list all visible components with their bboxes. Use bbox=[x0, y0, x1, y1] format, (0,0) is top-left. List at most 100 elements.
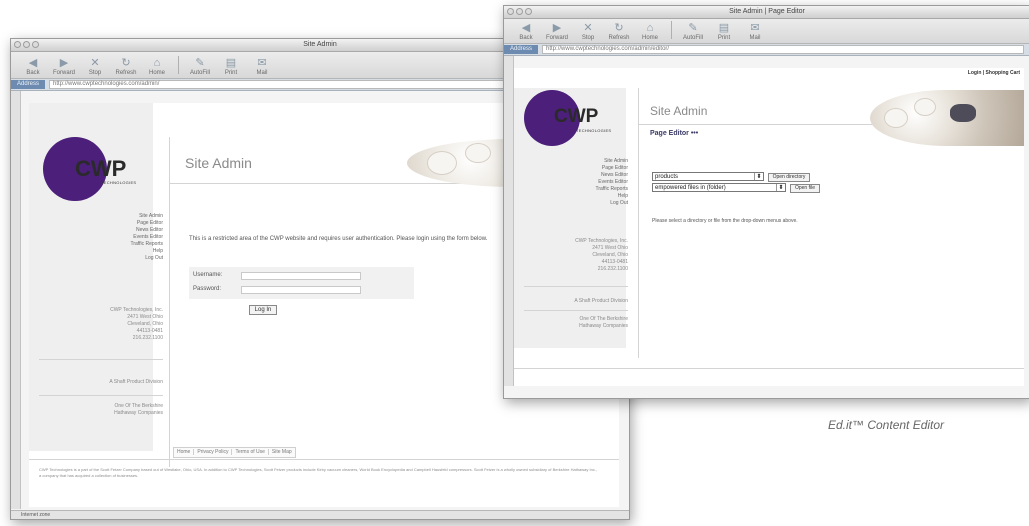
photo-cup bbox=[914, 98, 936, 116]
photo-object bbox=[950, 104, 976, 122]
footer-link-privacy[interactable]: Privacy Policy bbox=[194, 449, 233, 455]
refresh-icon: ↻ bbox=[614, 22, 624, 34]
directory-select[interactable]: products ⬍ bbox=[652, 172, 764, 181]
sidebar-divider bbox=[638, 88, 639, 358]
nav-help[interactable]: Help bbox=[69, 248, 163, 255]
autofill-button[interactable]: ✎ AutoFill bbox=[186, 57, 214, 78]
address-line: 2471 West Ohio bbox=[592, 245, 628, 251]
cwp-logo-subtext: TECHNOLOGIES bbox=[576, 128, 612, 133]
cwp-logo-text: CWP bbox=[75, 156, 127, 181]
status-text: Internet zone bbox=[21, 512, 51, 518]
product-caption: Ed.it™ Content Editor bbox=[828, 418, 945, 432]
nav-page-editor[interactable]: Page Editor bbox=[69, 220, 163, 227]
footer-fine-print: CWP Technologies is a part of the Scott … bbox=[39, 467, 598, 478]
stop-button[interactable]: ✕ Stop bbox=[81, 57, 109, 78]
directory-select-value: products bbox=[655, 174, 679, 180]
file-select-value: empowered files in (folder) bbox=[655, 185, 726, 191]
footer-link-terms[interactable]: Terms of Use bbox=[232, 449, 269, 455]
page-content: Login | Shopping Cart CWP TECHNOLOGIES S… bbox=[514, 68, 1024, 386]
address-bar: Address http://www.cwptechnologies.com/a… bbox=[504, 44, 1029, 56]
forward-arrow-icon: ▶ bbox=[552, 22, 562, 34]
forward-button[interactable]: ▶ Forward bbox=[50, 57, 78, 78]
mail-button[interactable]: ✉ Mail bbox=[741, 22, 769, 43]
window-controls bbox=[507, 8, 532, 15]
login-button[interactable]: Log In bbox=[249, 305, 277, 315]
mail-icon: ✉ bbox=[750, 22, 760, 34]
footer-link-home[interactable]: Home bbox=[174, 449, 195, 455]
nav-events-editor[interactable]: Events Editor bbox=[544, 179, 628, 186]
nav-news-editor[interactable]: News Editor bbox=[544, 172, 628, 179]
home-icon: ⌂ bbox=[646, 22, 654, 34]
mail-button[interactable]: ✉ Mail bbox=[248, 57, 276, 78]
division-note: A Shaft Product Division bbox=[109, 379, 163, 385]
company-address: CWP Technologies, Inc. 2471 West Ohio Cl… bbox=[524, 238, 628, 273]
print-button[interactable]: ▤ Print bbox=[710, 22, 738, 43]
photo-cup bbox=[884, 108, 908, 128]
forward-button[interactable]: ▶ Forward bbox=[543, 22, 571, 43]
file-select[interactable]: empowered files in (folder) ⬍ bbox=[652, 183, 786, 192]
mail-icon: ✉ bbox=[257, 57, 267, 69]
address-line: Cleveland, Ohio bbox=[127, 321, 163, 327]
footer-rule bbox=[29, 459, 619, 460]
address-line: Cleveland, Ohio bbox=[592, 252, 628, 258]
password-label: Password: bbox=[193, 286, 222, 292]
zoom-icon[interactable] bbox=[525, 8, 532, 15]
minimize-icon[interactable] bbox=[23, 41, 30, 48]
nav-site-admin[interactable]: Site Admin bbox=[69, 213, 163, 220]
home-button[interactable]: ⌂ Home bbox=[143, 57, 171, 78]
address-line: CWP Technologies, Inc. bbox=[110, 307, 163, 313]
home-icon: ⌂ bbox=[153, 57, 161, 69]
refresh-button[interactable]: ↻ Refresh bbox=[112, 57, 140, 78]
print-icon: ▤ bbox=[225, 57, 237, 69]
address-line: 44113-0481 bbox=[136, 328, 163, 334]
address-label: Address bbox=[11, 80, 46, 89]
minimize-icon[interactable] bbox=[516, 8, 523, 15]
sidebar-rule bbox=[524, 286, 628, 287]
footer-link-sitemap[interactable]: Site Map bbox=[269, 449, 295, 455]
explorer-side-tabs[interactable] bbox=[504, 56, 514, 386]
explorer-side-tabs[interactable] bbox=[11, 91, 21, 509]
back-arrow-icon: ◀ bbox=[28, 57, 38, 69]
site-title: Site Admin bbox=[185, 155, 252, 171]
sidebar-rule bbox=[39, 359, 163, 360]
close-icon[interactable] bbox=[14, 41, 21, 48]
instruction-text: Please select a directory or file from t… bbox=[652, 218, 798, 224]
toolbar-divider bbox=[671, 21, 672, 39]
autofill-button[interactable]: ✎ AutoFill bbox=[679, 22, 707, 43]
open-file-button[interactable]: Open file bbox=[790, 184, 820, 193]
nav-site-admin[interactable]: Site Admin bbox=[544, 158, 628, 165]
stop-button[interactable]: ✕ Stop bbox=[574, 22, 602, 43]
password-input[interactable] bbox=[241, 286, 361, 294]
back-button[interactable]: ◀ Back bbox=[512, 22, 540, 43]
stop-icon: ✕ bbox=[90, 57, 100, 69]
url-field[interactable]: http://www.cwptechnologies.com/admin/edi… bbox=[542, 45, 1024, 54]
note-line: Hathaway Companies bbox=[114, 410, 163, 416]
login-cart-links[interactable]: Login | Shopping Cart bbox=[968, 70, 1020, 76]
note-line: Hathaway Companies bbox=[579, 323, 628, 329]
nav-help[interactable]: Help bbox=[544, 193, 628, 200]
nav-events-editor[interactable]: Events Editor bbox=[69, 234, 163, 241]
print-button[interactable]: ▤ Print bbox=[217, 57, 245, 78]
parent-company-note: One Of The Berkshire Hathaway Companies bbox=[39, 403, 163, 417]
back-button[interactable]: ◀ Back bbox=[19, 57, 47, 78]
home-button[interactable]: ⌂ Home bbox=[636, 22, 664, 43]
window-controls bbox=[14, 41, 39, 48]
zoom-icon[interactable] bbox=[32, 41, 39, 48]
ellipsis-icon: ••• bbox=[690, 130, 699, 137]
nav-log-out[interactable]: Log Out bbox=[69, 255, 163, 262]
nav-news-editor[interactable]: News Editor bbox=[69, 227, 163, 234]
nav-page-editor[interactable]: Page Editor bbox=[544, 165, 628, 172]
refresh-button[interactable]: ↻ Refresh bbox=[605, 22, 633, 43]
username-input[interactable] bbox=[241, 272, 361, 280]
front-browser-window: Site Admin | Page Editor ◀ Back ▶ Forward … bbox=[503, 5, 1029, 399]
nav-traffic-reports[interactable]: Traffic Reports bbox=[69, 241, 163, 248]
forward-arrow-icon: ▶ bbox=[59, 57, 69, 69]
print-icon: ▤ bbox=[718, 22, 730, 34]
open-directory-button[interactable]: Open directory bbox=[768, 173, 810, 182]
nav-traffic-reports[interactable]: Traffic Reports bbox=[544, 186, 628, 193]
sidebar-nav: Site Admin Page Editor News Editor Event… bbox=[69, 213, 163, 262]
nav-log-out[interactable]: Log Out bbox=[544, 200, 628, 207]
note-line: One Of The Berkshire bbox=[579, 316, 628, 322]
close-icon[interactable] bbox=[507, 8, 514, 15]
chevron-down-icon: ⬍ bbox=[776, 184, 785, 191]
